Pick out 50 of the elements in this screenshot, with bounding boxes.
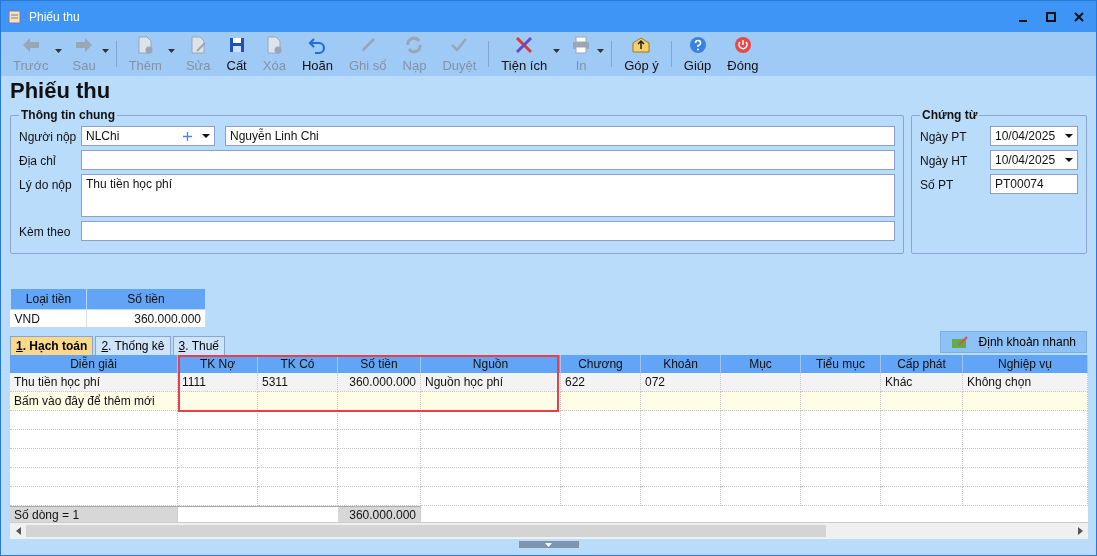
column-header: Loại tiền: [10, 288, 87, 310]
table-cell: Thu tiền học phí: [10, 373, 178, 392]
table-cell: 5311: [258, 373, 338, 392]
toolbar-button[interactable]: Hoãn: [293, 32, 341, 76]
table-cell: 360.000.000: [86, 309, 206, 327]
table-cell: 360.000.000: [338, 373, 421, 392]
window-title: Phiếu thu: [29, 9, 81, 24]
table-cell: Không chọn: [963, 373, 1088, 392]
field-label: Lý do nộp: [19, 177, 73, 192]
field-label: Ngày HT: [920, 153, 969, 168]
field-label: Số PT: [920, 177, 955, 192]
panel-title: Chứng từ: [921, 108, 979, 122]
column-header: Khoản: [641, 355, 721, 373]
tab[interactable]: 2. Thống kê: [95, 336, 171, 355]
row-count: Số dòng = 1: [10, 506, 178, 522]
column-header: Cấp phát: [881, 355, 963, 373]
payer-name-field[interactable]: Nguyễn Linh Chi: [225, 126, 895, 146]
field-label: Ngày PT: [920, 129, 968, 144]
date-picker[interactable]: 10/04/2025: [990, 126, 1078, 146]
field-label: Người nộp: [19, 129, 78, 144]
total-cell: 360.000.000: [338, 506, 421, 522]
add-row-hint[interactable]: Bấm vào đây để thêm mới: [10, 392, 178, 411]
toolbar-button[interactable]: Giúp: [675, 32, 720, 76]
column-header: Nghiệp vụ: [963, 355, 1088, 373]
quick-entry-button[interactable]: Định khoản nhanh: [939, 331, 1087, 353]
column-header: Tiểu mục: [801, 355, 881, 373]
column-header: Diễn giải: [10, 355, 178, 373]
toolbar-button[interactable]: Tiện ích: [493, 32, 564, 76]
table-cell: Nguồn học phí: [421, 373, 561, 392]
column-header: Số tiền: [86, 288, 206, 310]
table-cell: 622: [561, 373, 641, 392]
table-cell: 072: [641, 373, 721, 392]
field-label: Kèm theo: [19, 224, 72, 239]
panel-title: Thông tin chung: [20, 108, 116, 122]
table-cell: VND: [10, 309, 87, 327]
field-label: Địa chỉ: [19, 153, 57, 168]
input-field[interactable]: PT00074: [990, 174, 1078, 194]
toolbar-button[interactable]: Góp ý: [616, 32, 667, 76]
page-heading: Phiếu thu: [10, 78, 112, 104]
column-header: Mục: [721, 355, 801, 373]
text-area[interactable]: Thu tiền học phí: [81, 174, 895, 217]
table-cell: 1111: [178, 373, 258, 392]
toolbar-button[interactable]: Cất: [218, 32, 255, 76]
toolbar-button[interactable]: Đóng: [719, 32, 767, 76]
tab[interactable]: 3. Thuế: [172, 336, 226, 355]
table-cell: Khác: [881, 373, 963, 392]
payer-code-combo[interactable]: NLChi: [81, 126, 215, 146]
date-picker[interactable]: 10/04/2025: [990, 150, 1078, 170]
tab[interactable]: 1. Hạch toán: [10, 336, 94, 355]
column-header: Chương: [561, 355, 641, 373]
